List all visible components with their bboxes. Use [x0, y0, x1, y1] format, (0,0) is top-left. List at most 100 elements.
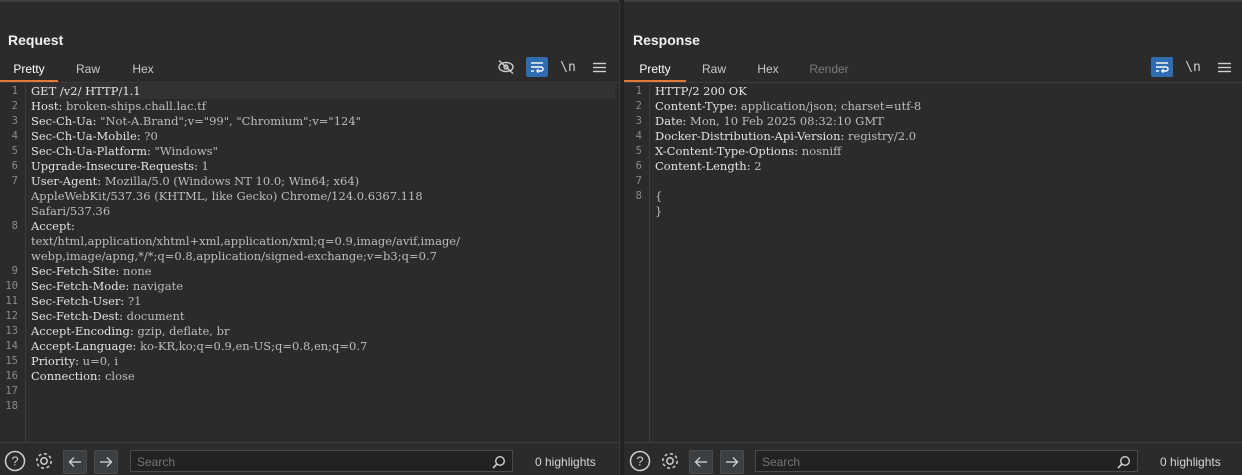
tab-separator: [0, 82, 619, 83]
header-name: Content-Length:: [655, 159, 751, 173]
header-name: Accept-Language:: [31, 339, 137, 353]
previous-match-arrow-icon[interactable]: [689, 450, 713, 474]
word-wrap-icon[interactable]: [1151, 57, 1173, 77]
code-line[interactable]: 1 GET /v2/ HTTP/1.1: [12, 84, 615, 99]
response-search-field: [755, 450, 1138, 473]
line-number: 2: [11, 100, 18, 112]
header-name: Docker-Distribution-Api-Version:: [655, 129, 845, 143]
previous-match-arrow-icon[interactable]: [63, 450, 87, 474]
line-number: 2: [635, 100, 642, 112]
request-tabs: Pretty Raw Hex: [0, 58, 168, 82]
code-line[interactable]: 2 Host: broken-ships.chall.lac.tf: [12, 99, 615, 114]
code-line[interactable]: 8 { }: [636, 189, 1238, 219]
response-tab-hex[interactable]: Hex: [742, 58, 794, 82]
header-name: HTTP/2 200 OK: [655, 84, 747, 98]
header-name: Sec-Ch-Ua-Mobile:: [31, 129, 141, 143]
code-line[interactable]: 9 Sec-Fetch-Site: none: [12, 264, 615, 279]
header-value: u=0, i: [79, 354, 119, 368]
settings-gear-icon[interactable]: [659, 450, 681, 472]
response-search-input[interactable]: [756, 451, 1098, 473]
response-tab-render[interactable]: Render: [794, 58, 864, 82]
header-value: close: [101, 369, 135, 383]
search-icon[interactable]: [1117, 454, 1131, 473]
line-number: 6: [635, 160, 642, 172]
code-line[interactable]: 14 Accept-Language: ko-KR,ko;q=0.9,en-US;…: [5, 339, 615, 354]
code-line[interactable]: 8 Accept: text/html,application/xhtml+xml…: [12, 219, 615, 264]
request-code[interactable]: 1 GET /v2/ HTTP/1.1 2 Host: broken-ships.ch…: [5, 84, 615, 414]
header-value: "Not-A.Brand";v="99", "Chromium";v="124": [96, 114, 361, 128]
code-line[interactable]: 4 Docker-Distribution-Api-Version: regist…: [636, 129, 1238, 144]
line-number: 1: [635, 85, 642, 97]
header-value: ?1: [124, 294, 142, 308]
hamburger-menu-icon[interactable]: [1213, 57, 1235, 77]
request-search-input[interactable]: [131, 451, 473, 473]
header-value: 2: [750, 159, 762, 173]
header-value: application/json; charset=utf-8: [737, 99, 922, 113]
request-tab-hex[interactable]: Hex: [118, 58, 168, 82]
line-number: 7: [635, 175, 642, 187]
header-name: Accept-Encoding:: [31, 324, 134, 338]
header-value: none: [119, 264, 152, 278]
help-icon[interactable]: ?: [4, 450, 26, 472]
request-editor[interactable]: 1 GET /v2/ HTTP/1.1 2 Host: broken-ships.ch…: [0, 84, 619, 443]
code-line[interactable]: 3 Date: Mon, 10 Feb 2025 08:32:10 GMT: [636, 114, 1238, 129]
response-toolbar: \n: [1142, 57, 1235, 77]
header-name: User-Agent:: [31, 174, 102, 188]
hamburger-menu-icon[interactable]: [588, 57, 610, 77]
code-line[interactable]: 12 Sec-Fetch-Dest: document: [5, 309, 615, 324]
response-title: Response: [633, 32, 700, 48]
code-line[interactable]: 3 Sec-Ch-Ua: "Not-A.Brand";v="99", "Chrom…: [12, 114, 615, 129]
code-line[interactable]: 7: [636, 174, 1238, 189]
header-name: Priority:: [31, 354, 80, 368]
settings-gear-icon[interactable]: [33, 450, 55, 472]
code-line[interactable]: 2 Content-Type: application/json; charset…: [636, 99, 1238, 114]
code-line[interactable]: 15 Priority: u=0, i: [5, 354, 615, 369]
header-value: text/html,application/xhtml+xml,applicat…: [31, 234, 460, 263]
request-tab-pretty[interactable]: Pretty: [0, 58, 58, 82]
header-value: ko-KR,ko;q=0.9,en-US;q=0.8,en;q=0.7: [136, 339, 368, 353]
line-number: 18: [5, 400, 18, 412]
header-name: Content-Type:: [655, 99, 738, 113]
next-match-arrow-icon[interactable]: [720, 450, 744, 474]
code-line[interactable]: 11 Sec-Fetch-User: ?1: [5, 294, 615, 309]
code-line[interactable]: 6 Upgrade-Insecure-Requests: 1: [12, 159, 615, 174]
response-highlights-count: 0 highlights: [1160, 455, 1221, 469]
line-number: 14: [5, 340, 18, 352]
response-tab-raw[interactable]: Raw: [686, 58, 742, 82]
response-code[interactable]: 1 HTTP/2 200 OK 2 Content-Type: application…: [636, 84, 1238, 219]
show-newlines-toggle[interactable]: \n: [557, 57, 579, 77]
request-tab-raw[interactable]: Raw: [58, 58, 118, 82]
word-wrap-icon[interactable]: [526, 57, 548, 77]
code-line[interactable]: 4 Sec-Ch-Ua-Mobile: ?0: [12, 129, 615, 144]
code-line[interactable]: 16 Connection: close: [5, 369, 615, 384]
code-line[interactable]: 7 User-Agent: Mozilla/5.0 (Windows NT 10.…: [12, 174, 615, 219]
code-line[interactable]: 1 HTTP/2 200 OK: [636, 84, 1238, 99]
header-value: document: [122, 309, 185, 323]
code-line[interactable]: 6 Content-Length: 2: [636, 159, 1238, 174]
line-number: 8: [11, 220, 18, 232]
next-match-arrow-icon[interactable]: [94, 450, 118, 474]
code-line[interactable]: 5 Sec-Ch-Ua-Platform: "Windows": [12, 144, 615, 159]
line-number: 15: [5, 355, 18, 367]
show-newlines-toggle[interactable]: \n: [1182, 57, 1204, 77]
request-search-field: [130, 450, 513, 473]
response-editor[interactable]: 1 HTTP/2 200 OK 2 Content-Type: application…: [624, 84, 1242, 443]
header-name: X-Content-Type-Options:: [655, 144, 799, 158]
response-tab-pretty[interactable]: Pretty: [624, 58, 686, 82]
help-icon[interactable]: ?: [629, 450, 651, 472]
code-line[interactable]: 17: [5, 384, 615, 399]
response-tabs: Pretty Raw Hex Render: [624, 58, 864, 82]
code-line[interactable]: 5 X-Content-Type-Options: nosniff: [636, 144, 1238, 159]
tab-separator: [624, 82, 1242, 83]
code-line[interactable]: 13 Accept-Encoding: gzip, deflate, br: [5, 324, 615, 339]
code-line[interactable]: 10 Sec-Fetch-Mode: navigate: [5, 279, 615, 294]
header-value: nosniff: [798, 144, 842, 158]
code-line[interactable]: 18: [5, 399, 615, 414]
line-number: 3: [11, 115, 18, 127]
search-icon[interactable]: [492, 454, 506, 473]
hide-nonprintable-eye-icon[interactable]: [495, 57, 517, 77]
line-number: 5: [11, 145, 18, 157]
line-number: 6: [11, 160, 18, 172]
line-number: 8: [635, 190, 642, 202]
header-value: gzip, deflate, br: [133, 324, 230, 338]
